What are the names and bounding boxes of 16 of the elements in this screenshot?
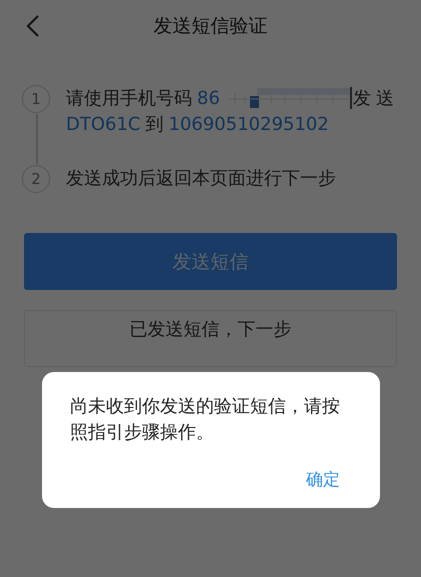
page-title: 发送短信验证 bbox=[154, 14, 268, 39]
step-text: 发送成功后返回本页面进行下一步 bbox=[66, 167, 336, 191]
step-text: 发 bbox=[352, 87, 371, 111]
step-number: 2 bbox=[22, 165, 50, 193]
highlight-text: 10690510295102 bbox=[168, 113, 329, 137]
step-text: 到 bbox=[146, 113, 164, 137]
step-text: 请使用手机号码 bbox=[66, 87, 192, 111]
confirm-button[interactable]: 确定 bbox=[302, 464, 344, 495]
send-sms-button[interactable]: 发送短信 bbox=[24, 233, 397, 290]
back-icon[interactable] bbox=[24, 14, 42, 38]
next-step-button[interactable]: 已发送短信，下一步 bbox=[24, 310, 397, 367]
highlight-text: DTO61C bbox=[66, 113, 140, 137]
dialog-message: 尚未收到你发送的验证短信，请按照指引步骤操作。 bbox=[70, 395, 341, 445]
highlight-text: 86 bbox=[197, 87, 220, 111]
step-text: 送 bbox=[376, 87, 394, 111]
step-number: 1 bbox=[22, 85, 50, 113]
